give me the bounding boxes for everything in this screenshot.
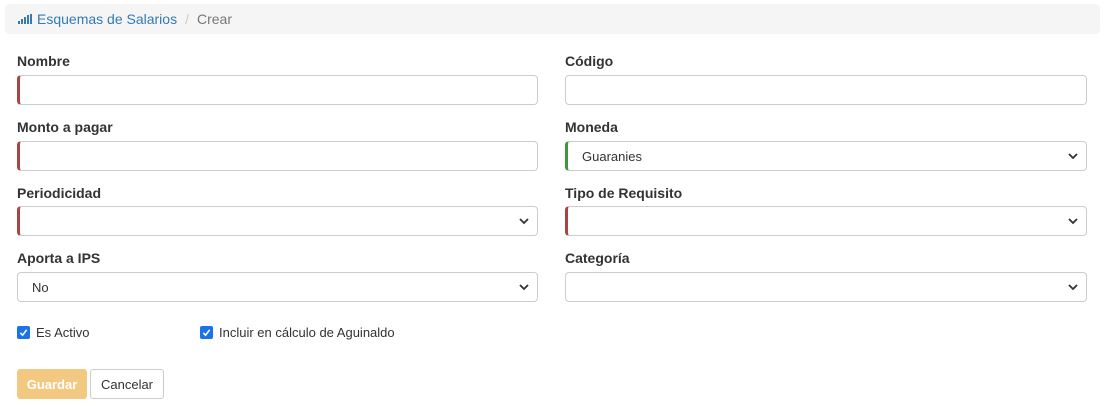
breadcrumb-separator: / <box>185 11 189 27</box>
cancel-button[interactable]: Cancelar <box>90 369 164 399</box>
aporta-ips-selected-value: No <box>32 280 49 295</box>
categoria-label: Categoría <box>565 250 630 266</box>
codigo-field-wrapper <box>565 75 1087 105</box>
chevron-down-icon <box>1068 218 1078 225</box>
checkmark-icon <box>19 329 28 337</box>
moneda-selected-value: Guaranies <box>582 149 642 164</box>
nombre-input[interactable] <box>20 76 537 104</box>
periodicidad-label: Periodicidad <box>17 185 102 201</box>
breadcrumb-link-esquemas[interactable]: Esquemas de Salarios <box>37 11 177 27</box>
nombre-field-wrapper <box>17 75 538 105</box>
chevron-down-icon <box>519 218 529 225</box>
monto-input[interactable] <box>20 142 537 170</box>
chevron-down-icon <box>1068 153 1078 160</box>
save-button[interactable]: Guardar <box>17 369 87 399</box>
signal-bars-icon <box>18 14 32 24</box>
aguinaldo-checkbox-row[interactable]: Incluir en cálculo de Aguinaldo <box>200 325 395 340</box>
es-activo-checkbox[interactable] <box>17 326 30 339</box>
aguinaldo-checkbox[interactable] <box>200 326 213 339</box>
moneda-select[interactable]: Guaranies <box>565 141 1087 171</box>
aporta-ips-select[interactable]: No <box>17 272 538 302</box>
moneda-label: Moneda <box>565 119 618 135</box>
es-activo-checkbox-row[interactable]: Es Activo <box>17 325 89 340</box>
aguinaldo-label: Incluir en cálculo de Aguinaldo <box>219 325 395 340</box>
codigo-label: Código <box>565 53 614 69</box>
aporta-ips-label: Aporta a IPS <box>17 250 101 266</box>
codigo-input[interactable] <box>566 76 1086 104</box>
tipo-requisito-label: Tipo de Requisito <box>565 185 683 201</box>
breadcrumb: Esquemas de Salarios / Crear <box>5 4 1100 34</box>
periodicidad-select[interactable] <box>17 206 538 236</box>
es-activo-label: Es Activo <box>36 325 90 340</box>
checkmark-icon <box>202 329 211 337</box>
breadcrumb-current: Crear <box>196 11 232 27</box>
tipo-requisito-select[interactable] <box>565 206 1087 236</box>
monto-field-wrapper <box>17 141 538 171</box>
nombre-label: Nombre <box>17 53 70 69</box>
monto-label: Monto a pagar <box>17 119 113 135</box>
chevron-down-icon <box>519 284 529 291</box>
categoria-select[interactable] <box>565 272 1087 302</box>
chevron-down-icon <box>1068 284 1078 291</box>
